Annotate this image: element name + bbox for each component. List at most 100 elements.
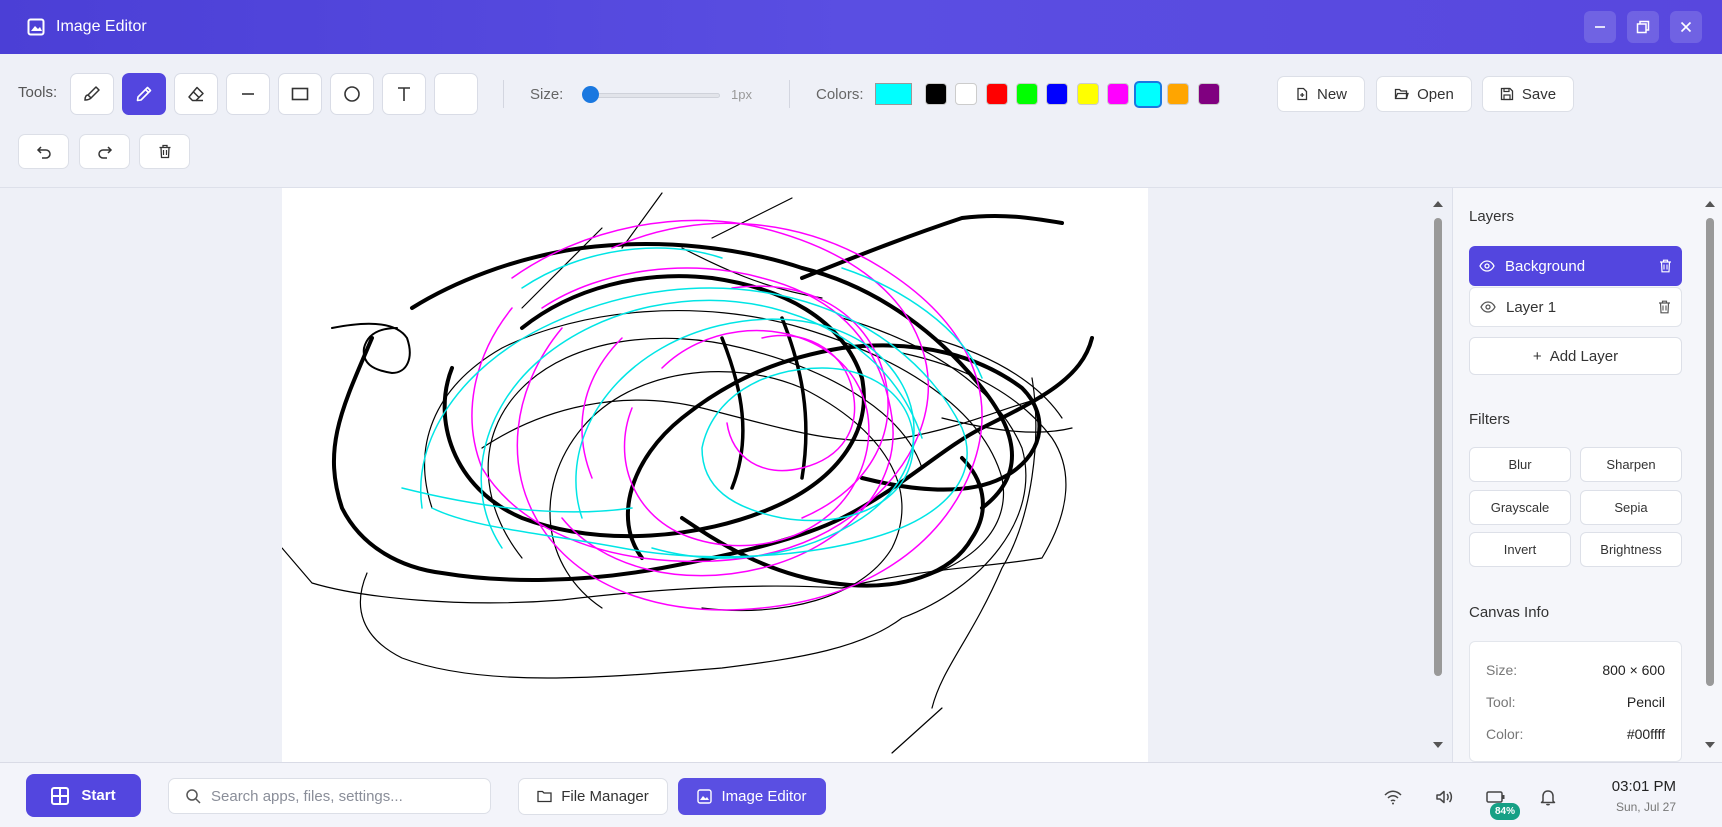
drawing-canvas[interactable] <box>282 188 1148 762</box>
pencil-tool-button[interactable] <box>122 73 166 115</box>
info-value: #00ffff <box>1626 726 1665 742</box>
color-swatch[interactable] <box>1076 83 1099 105</box>
undo-icon <box>36 145 51 159</box>
filter-sepia-button[interactable]: Sepia <box>1580 490 1682 525</box>
eye-icon[interactable] <box>1479 260 1495 272</box>
taskbar-app-file-manager[interactable]: File Manager <box>518 778 668 815</box>
folder-open-icon <box>1394 88 1410 100</box>
canvas-info-heading: Canvas Info <box>1469 604 1550 621</box>
layers-heading: Layers <box>1469 208 1515 225</box>
layer-item-layer-1[interactable]: Layer 1 <box>1469 287 1682 327</box>
taskbar-app-label: File Manager <box>561 788 649 805</box>
line-tool-button[interactable] <box>226 73 270 115</box>
start-label: Start <box>81 787 116 804</box>
color-swatch[interactable] <box>955 83 978 105</box>
taskbar-search[interactable] <box>168 778 491 814</box>
info-row-size: Size: 800 × 600 <box>1486 662 1665 678</box>
scroll-up-icon[interactable] <box>1704 200 1716 208</box>
info-row-tool: Tool: Pencil <box>1486 694 1665 710</box>
taskbar-clock[interactable]: 03:01 PM Sun, Jul 27 <box>1590 778 1676 814</box>
color-swatch[interactable] <box>985 83 1008 105</box>
toolbar-divider <box>789 80 790 108</box>
canvas-drawing <box>282 192 1094 754</box>
layer-item-background[interactable]: Background <box>1469 246 1682 286</box>
brush-tool-button[interactable] <box>70 73 114 115</box>
delete-layer-icon[interactable] <box>1658 300 1671 314</box>
minimize-icon <box>1595 26 1605 28</box>
start-button[interactable]: Start <box>26 774 141 817</box>
layer-name: Layer 1 <box>1506 298 1557 316</box>
scroll-down-icon[interactable] <box>1704 741 1716 749</box>
brush-icon <box>84 86 100 101</box>
pencil-icon <box>136 86 152 102</box>
search-input[interactable] <box>211 787 471 805</box>
size-slider-thumb[interactable] <box>582 86 599 103</box>
open-file-label: Open <box>1417 85 1454 103</box>
clear-canvas-button[interactable] <box>139 134 190 169</box>
add-layer-button[interactable]: + Add Layer <box>1469 337 1682 375</box>
color-swatch[interactable] <box>1106 83 1129 105</box>
filter-sharpen-button[interactable]: Sharpen <box>1580 447 1682 482</box>
panel-scrollbar-thumb[interactable] <box>1706 218 1714 686</box>
info-key: Size: <box>1486 662 1518 678</box>
image-editor-icon <box>697 789 713 804</box>
save-file-button[interactable]: Save <box>1482 76 1574 112</box>
rectangle-tool-button[interactable] <box>278 73 322 115</box>
wifi-icon[interactable] <box>1382 786 1404 808</box>
canvas-scrollbar-thumb[interactable] <box>1434 218 1442 676</box>
info-key: Color: <box>1486 726 1524 742</box>
window-title: Image Editor <box>56 18 147 35</box>
new-file-label: New <box>1316 85 1347 103</box>
scroll-down-icon[interactable] <box>1432 741 1444 749</box>
filter-blur-button[interactable]: Blur <box>1469 447 1571 482</box>
restore-icon <box>1636 20 1650 34</box>
layer-name: Background <box>1505 257 1586 275</box>
panel-scrollbar[interactable] <box>1704 196 1716 752</box>
eye-icon[interactable] <box>1480 301 1496 313</box>
color-swatch[interactable] <box>1046 83 1069 105</box>
open-file-button[interactable]: Open <box>1376 76 1472 112</box>
bell-icon[interactable] <box>1537 786 1559 808</box>
eraser-icon <box>188 86 204 102</box>
toolbar-divider <box>503 80 504 108</box>
undo-button[interactable] <box>18 134 69 169</box>
text-tool-button[interactable] <box>382 73 426 115</box>
image-editor-app-icon <box>26 17 46 37</box>
filter-grayscale-button[interactable]: Grayscale <box>1469 490 1571 525</box>
circle-icon <box>344 86 360 102</box>
minimize-button[interactable] <box>1584 11 1616 43</box>
add-layer-label: Add Layer <box>1549 347 1619 365</box>
filter-invert-button[interactable]: Invert <box>1469 532 1571 567</box>
save-icon <box>1500 87 1514 101</box>
fill-tool-button[interactable] <box>434 73 478 115</box>
size-slider[interactable] <box>590 93 720 98</box>
tools-label: Tools: <box>18 84 58 101</box>
canvas-scrollbar[interactable] <box>1432 196 1444 752</box>
info-row-color: Color: #00ffff <box>1486 726 1665 742</box>
filter-brightness-button[interactable]: Brightness <box>1580 532 1682 567</box>
volume-icon[interactable] <box>1434 786 1456 808</box>
color-swatch[interactable] <box>1134 81 1163 108</box>
new-file-button[interactable]: New <box>1277 76 1365 112</box>
restore-button[interactable] <box>1627 11 1659 43</box>
plus-icon: + <box>1532 347 1542 365</box>
color-swatch[interactable] <box>925 83 947 105</box>
taskbar-app-label: Image Editor <box>721 788 807 805</box>
color-swatch[interactable] <box>1015 83 1038 105</box>
circle-tool-button[interactable] <box>330 73 374 115</box>
title-bar: Image Editor <box>0 0 1722 54</box>
new-file-icon <box>1297 87 1308 101</box>
taskbar-app-image-editor[interactable]: Image Editor <box>678 778 826 815</box>
delete-layer-icon[interactable] <box>1659 259 1672 273</box>
close-button[interactable] <box>1670 11 1702 43</box>
size-value: 1px <box>731 87 752 102</box>
clock-time: 03:01 PM <box>1611 778 1676 795</box>
color-swatch[interactable] <box>1197 83 1220 105</box>
eraser-tool-button[interactable] <box>174 73 218 115</box>
redo-button[interactable] <box>79 134 130 169</box>
colors-label: Colors: <box>816 86 864 103</box>
canvas-info-card: Size: 800 × 600 Tool: Pencil Color: #00f… <box>1469 641 1682 762</box>
scroll-up-icon[interactable] <box>1432 200 1444 208</box>
color-swatch[interactable] <box>1167 83 1190 105</box>
current-color-preview[interactable] <box>875 83 912 105</box>
